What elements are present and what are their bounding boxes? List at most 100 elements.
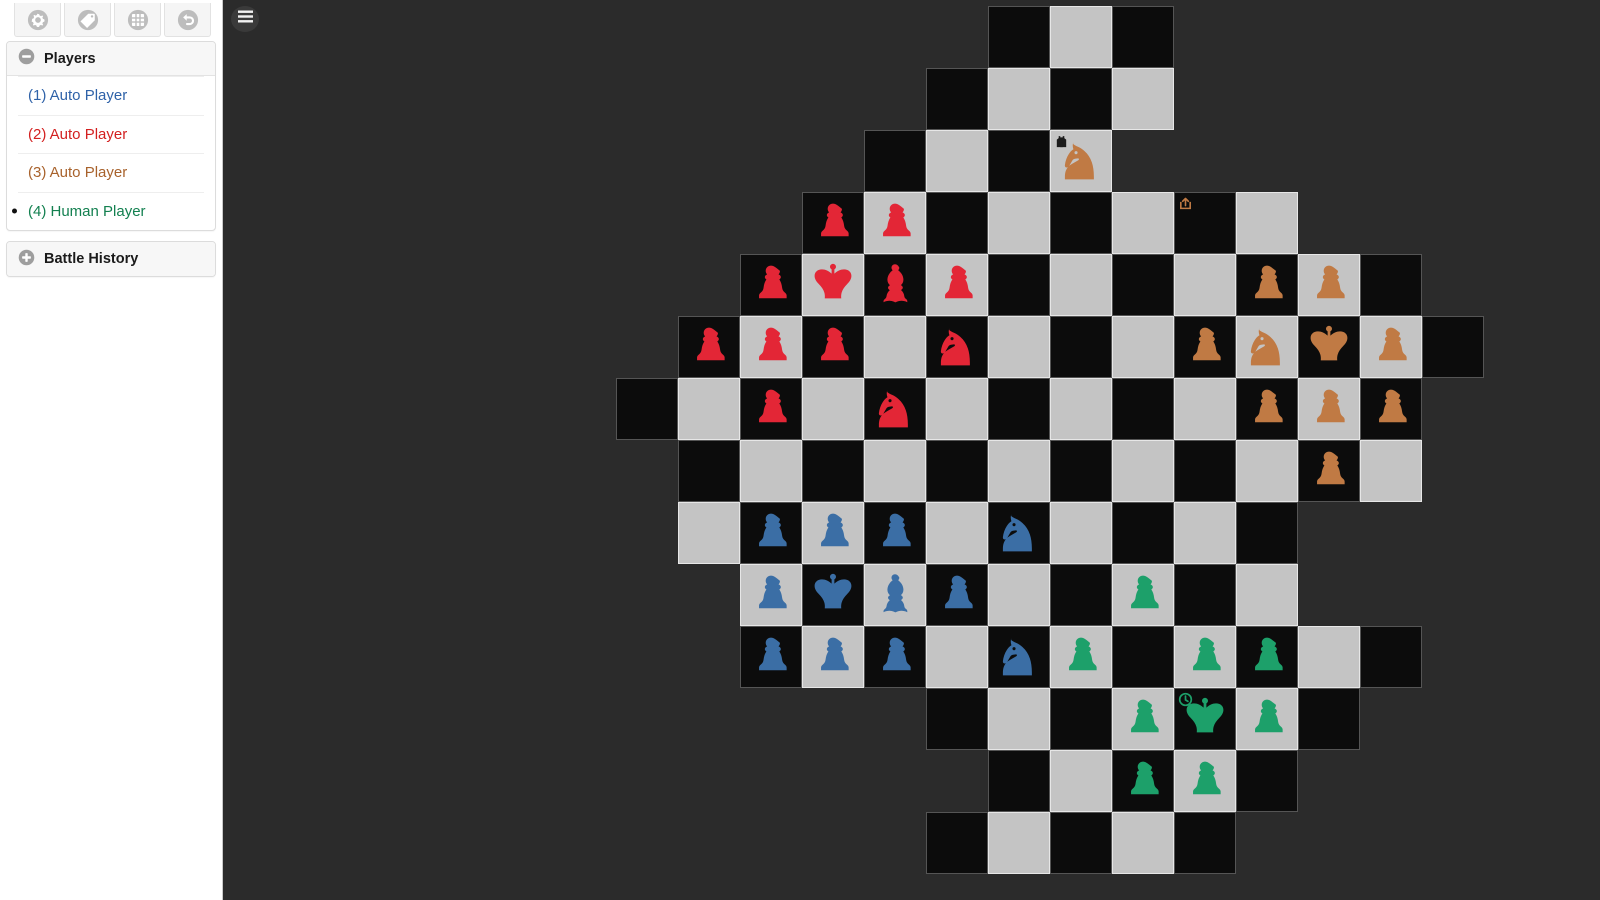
board-cell[interactable] (926, 130, 988, 192)
blue-pawn[interactable] (810, 510, 856, 556)
board-cell[interactable] (988, 192, 1050, 254)
board-cell[interactable] (1174, 440, 1236, 502)
blue-pawn[interactable] (872, 510, 918, 556)
board-cell[interactable] (802, 502, 864, 564)
board-cell[interactable] (926, 688, 988, 750)
board-cell[interactable] (1112, 6, 1174, 68)
board-cell[interactable] (926, 440, 988, 502)
player-item-3[interactable]: (3) Auto Player (18, 153, 204, 192)
board-cell[interactable] (616, 378, 678, 440)
board-cell[interactable] (1050, 316, 1112, 378)
board-cell[interactable] (926, 192, 988, 254)
green-pawn[interactable] (1244, 696, 1290, 742)
board-cell[interactable] (864, 192, 926, 254)
board-grid-button[interactable] (114, 3, 161, 37)
board-cell[interactable] (1298, 254, 1360, 316)
board-cell[interactable] (926, 254, 988, 316)
board-cell[interactable] (988, 688, 1050, 750)
board-cell[interactable] (926, 378, 988, 440)
board-cell[interactable] (864, 378, 926, 440)
board-cell[interactable] (1050, 688, 1112, 750)
tag-button[interactable] (64, 3, 111, 37)
board-cell[interactable] (1112, 502, 1174, 564)
board-cell[interactable] (678, 378, 740, 440)
green-pawn[interactable] (1058, 634, 1104, 680)
brown-pawn[interactable] (1368, 386, 1414, 432)
board-cell[interactable] (864, 316, 926, 378)
board-cell[interactable] (988, 378, 1050, 440)
board-cell[interactable] (1174, 254, 1236, 316)
board-cell[interactable] (1360, 378, 1422, 440)
board-cell[interactable] (988, 130, 1050, 192)
undo-button[interactable] (164, 3, 211, 37)
board-cell[interactable] (740, 254, 802, 316)
board-cell[interactable] (926, 626, 988, 688)
board-cell[interactable] (1112, 254, 1174, 316)
brown-pawn[interactable] (1306, 262, 1352, 308)
board-cell[interactable] (988, 564, 1050, 626)
board-cell[interactable] (802, 564, 864, 626)
board-cell[interactable] (740, 564, 802, 626)
board-cell[interactable] (1112, 192, 1174, 254)
board-cell[interactable] (1236, 316, 1298, 378)
board-cell[interactable] (740, 502, 802, 564)
settings-button[interactable] (14, 3, 61, 37)
board-cell[interactable] (926, 316, 988, 378)
board-cell[interactable] (988, 502, 1050, 564)
brown-pawn[interactable] (1368, 324, 1414, 370)
board-cell[interactable] (988, 750, 1050, 812)
blue-knight[interactable] (996, 634, 1042, 680)
board-cell[interactable] (1112, 316, 1174, 378)
board-cell[interactable] (1174, 502, 1236, 564)
board-cell[interactable] (1298, 378, 1360, 440)
red-bishop[interactable] (872, 262, 918, 308)
board-cell[interactable] (1360, 254, 1422, 316)
red-pawn[interactable] (686, 324, 732, 370)
brown-pawn[interactable] (1306, 386, 1352, 432)
board-cell[interactable] (1298, 440, 1360, 502)
board-cell[interactable] (1422, 316, 1484, 378)
board-cell[interactable] (1050, 68, 1112, 130)
board-cell[interactable] (1112, 750, 1174, 812)
board-cell[interactable] (988, 626, 1050, 688)
board-cell[interactable] (740, 316, 802, 378)
red-king[interactable] (810, 262, 856, 308)
board-cell[interactable] (678, 502, 740, 564)
board-cell[interactable] (1174, 750, 1236, 812)
battle-history-panel-header[interactable]: Battle History (7, 242, 215, 276)
board-cell[interactable] (1112, 440, 1174, 502)
board-cell[interactable] (1298, 626, 1360, 688)
board-cell[interactable] (1360, 626, 1422, 688)
board-cell[interactable] (926, 68, 988, 130)
players-panel-header[interactable]: Players (7, 42, 215, 76)
blue-pawn[interactable] (748, 572, 794, 618)
brown-pawn[interactable] (1182, 324, 1228, 370)
board-cell[interactable] (1360, 440, 1422, 502)
board-cell[interactable] (926, 502, 988, 564)
board-cell[interactable] (1236, 502, 1298, 564)
board-cell[interactable] (1050, 564, 1112, 626)
board-cell[interactable] (1174, 812, 1236, 874)
board-cell[interactable] (802, 378, 864, 440)
board-cell[interactable] (988, 254, 1050, 316)
board-cell[interactable] (802, 440, 864, 502)
brown-king[interactable] (1306, 324, 1352, 370)
board-cell[interactable] (1236, 440, 1298, 502)
blue-pawn[interactable] (810, 634, 856, 680)
blue-pawn[interactable] (934, 572, 980, 618)
blue-pawn[interactable] (748, 634, 794, 680)
blue-bishop[interactable] (872, 572, 918, 618)
board-cell[interactable] (802, 254, 864, 316)
board-cell[interactable] (1236, 688, 1298, 750)
board-cell[interactable] (1050, 626, 1112, 688)
board-cell[interactable] (1174, 688, 1236, 750)
brown-pawn[interactable] (1244, 262, 1290, 308)
board-cell[interactable] (864, 130, 926, 192)
board-cell[interactable] (1236, 192, 1298, 254)
board-cell[interactable] (988, 316, 1050, 378)
green-pawn[interactable] (1120, 572, 1166, 618)
board-cell[interactable] (988, 812, 1050, 874)
board-cell[interactable] (1236, 626, 1298, 688)
hamburger-menu-button[interactable] (231, 6, 259, 32)
board-cell[interactable] (1174, 192, 1236, 254)
